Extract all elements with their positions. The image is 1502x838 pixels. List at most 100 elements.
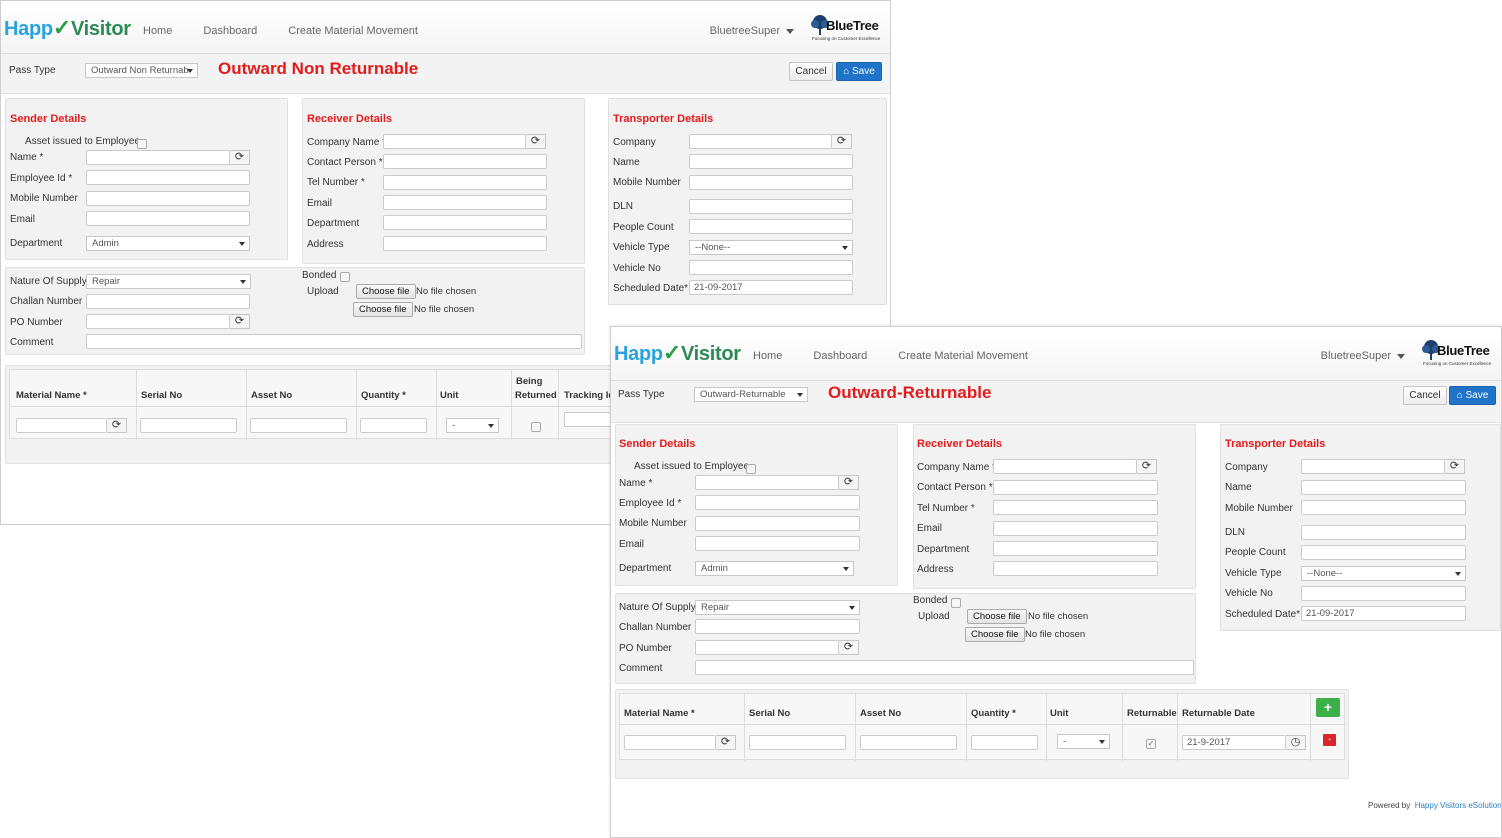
receiver-department-input[interactable] (383, 215, 547, 230)
transporter-mobile-input[interactable] (1301, 500, 1466, 515)
contact-person-input[interactable] (993, 480, 1158, 495)
department-select[interactable]: Admin (86, 236, 250, 251)
company-name-input[interactable] (993, 459, 1137, 474)
cancel-button[interactable]: Cancel (789, 62, 833, 81)
choose-file-button-2[interactable]: Choose file (965, 627, 1025, 642)
refresh-icon[interactable]: ⟳ (1137, 459, 1157, 474)
sender-mobile-label: Mobile Number (10, 193, 78, 204)
serial-no-input[interactable] (749, 735, 846, 750)
people-count-input[interactable] (689, 219, 853, 234)
company-name-input[interactable] (383, 134, 526, 149)
add-row-button[interactable]: + (1316, 698, 1340, 717)
po-number-input[interactable] (86, 314, 230, 329)
clock-icon[interactable]: ◷ (1286, 735, 1306, 750)
powered-by-link[interactable]: Happy Visitors eSolutions (1415, 801, 1501, 810)
material-name-input[interactable] (16, 418, 107, 433)
challan-number-input[interactable] (86, 294, 250, 309)
scheduled-date-input[interactable]: 21-09-2017 (1301, 606, 1466, 621)
refresh-icon[interactable]: ⟳ (832, 134, 852, 149)
choose-file-button-2[interactable]: Choose file (353, 302, 413, 317)
refresh-icon[interactable]: ⟳ (526, 134, 546, 149)
pass-type-select[interactable]: Outward Non Returnab (85, 63, 198, 78)
nav-dashboard[interactable]: Dashboard (813, 350, 867, 362)
comment-input[interactable] (695, 660, 1194, 675)
challan-number-input[interactable] (695, 619, 860, 634)
save-button[interactable]: ⌂ Save (836, 62, 882, 81)
unit-select[interactable]: - (1057, 734, 1110, 749)
vehicle-type-select[interactable]: --None-- (689, 240, 853, 255)
save-button[interactable]: ⌂ Save (1449, 386, 1496, 405)
pass-type-select[interactable]: Outward-Returnable (694, 387, 808, 402)
nav-home[interactable]: Home (753, 350, 782, 362)
vehicle-no-input[interactable] (1301, 586, 1466, 601)
nav-home[interactable]: Home (143, 25, 172, 37)
happy-visitor-logo[interactable]: Happ✓Visitor (4, 15, 131, 41)
employee-id-input[interactable] (86, 170, 250, 185)
transporter-company-input[interactable] (689, 134, 832, 149)
nature-of-supply-select[interactable]: Repair (695, 600, 860, 615)
asset-issued-checkbox[interactable] (137, 139, 147, 149)
asset-no-input[interactable] (860, 735, 957, 750)
scheduled-date-input[interactable]: 21-09-2017 (689, 280, 853, 295)
transporter-name-input[interactable] (689, 154, 853, 169)
happy-visitor-logo[interactable]: Happ✓Visitor (614, 340, 741, 366)
sender-name-input[interactable] (86, 150, 230, 165)
tel-number-input[interactable] (383, 175, 547, 190)
nav-dashboard[interactable]: Dashboard (203, 25, 257, 37)
nav-create-material-movement[interactable]: Create Material Movement (898, 350, 1028, 362)
sender-email-input[interactable] (86, 211, 250, 226)
nav-create-material-movement[interactable]: Create Material Movement (288, 25, 418, 37)
po-number-input[interactable] (695, 640, 839, 655)
user-menu[interactable]: BluetreeSuper (710, 25, 794, 37)
receiver-email-input[interactable] (993, 521, 1158, 536)
quantity-input[interactable] (360, 418, 427, 433)
dln-input[interactable] (1301, 525, 1466, 540)
choose-file-button[interactable]: Choose file (967, 609, 1027, 624)
people-count-input[interactable] (1301, 545, 1466, 560)
asset-no-input[interactable] (250, 418, 347, 433)
refresh-icon[interactable]: ⟳ (1445, 459, 1465, 474)
refresh-icon[interactable]: ⟳ (230, 314, 250, 329)
supply-details-panel: Nature Of Supply Repair Challan Number P… (615, 593, 1196, 684)
unit-select[interactable]: - (446, 418, 499, 433)
returnable-checkbox[interactable]: ✓ (1146, 739, 1156, 749)
sender-name-input[interactable] (695, 475, 839, 490)
sender-email-input[interactable] (695, 536, 860, 551)
employee-id-input[interactable] (695, 495, 860, 510)
remove-row-button[interactable]: - (1323, 734, 1336, 746)
dln-input[interactable] (689, 199, 853, 214)
material-table-panel: Material Name * Serial No Asset No Quant… (5, 365, 630, 464)
asset-issued-checkbox[interactable] (746, 464, 756, 474)
transporter-company-input[interactable] (1301, 459, 1445, 474)
nature-of-supply-select[interactable]: Repair (86, 274, 251, 289)
refresh-icon[interactable]: ⟳ (107, 418, 127, 433)
cancel-button[interactable]: Cancel (1403, 386, 1447, 405)
user-menu[interactable]: BluetreeSuper (1321, 350, 1405, 362)
department-select[interactable]: Admin (695, 561, 854, 576)
receiver-department-input[interactable] (993, 541, 1158, 556)
transporter-name-input[interactable] (1301, 480, 1466, 495)
address-input[interactable] (993, 561, 1158, 576)
refresh-icon[interactable]: ⟳ (716, 735, 736, 750)
being-returned-checkbox[interactable] (531, 422, 541, 432)
returnable-date-input[interactable]: 21-9-2017 (1182, 735, 1286, 750)
refresh-icon[interactable]: ⟳ (839, 475, 859, 490)
sender-mobile-input[interactable] (86, 191, 250, 206)
serial-no-input[interactable] (140, 418, 237, 433)
bonded-checkbox[interactable] (951, 598, 961, 608)
comment-input[interactable] (86, 334, 582, 349)
material-name-input[interactable] (624, 735, 716, 750)
sender-mobile-input[interactable] (695, 516, 860, 531)
tel-number-input[interactable] (993, 500, 1158, 515)
vehicle-type-select[interactable]: --None-- (1301, 566, 1466, 581)
address-input[interactable] (383, 236, 547, 251)
contact-person-input[interactable] (383, 154, 547, 169)
refresh-icon[interactable]: ⟳ (230, 150, 250, 165)
choose-file-button[interactable]: Choose file (356, 284, 416, 299)
bonded-checkbox[interactable] (340, 272, 350, 282)
transporter-mobile-input[interactable] (689, 175, 853, 190)
refresh-icon[interactable]: ⟳ (839, 640, 859, 655)
receiver-email-input[interactable] (383, 195, 547, 210)
quantity-input[interactable] (971, 735, 1038, 750)
vehicle-no-input[interactable] (689, 260, 853, 275)
